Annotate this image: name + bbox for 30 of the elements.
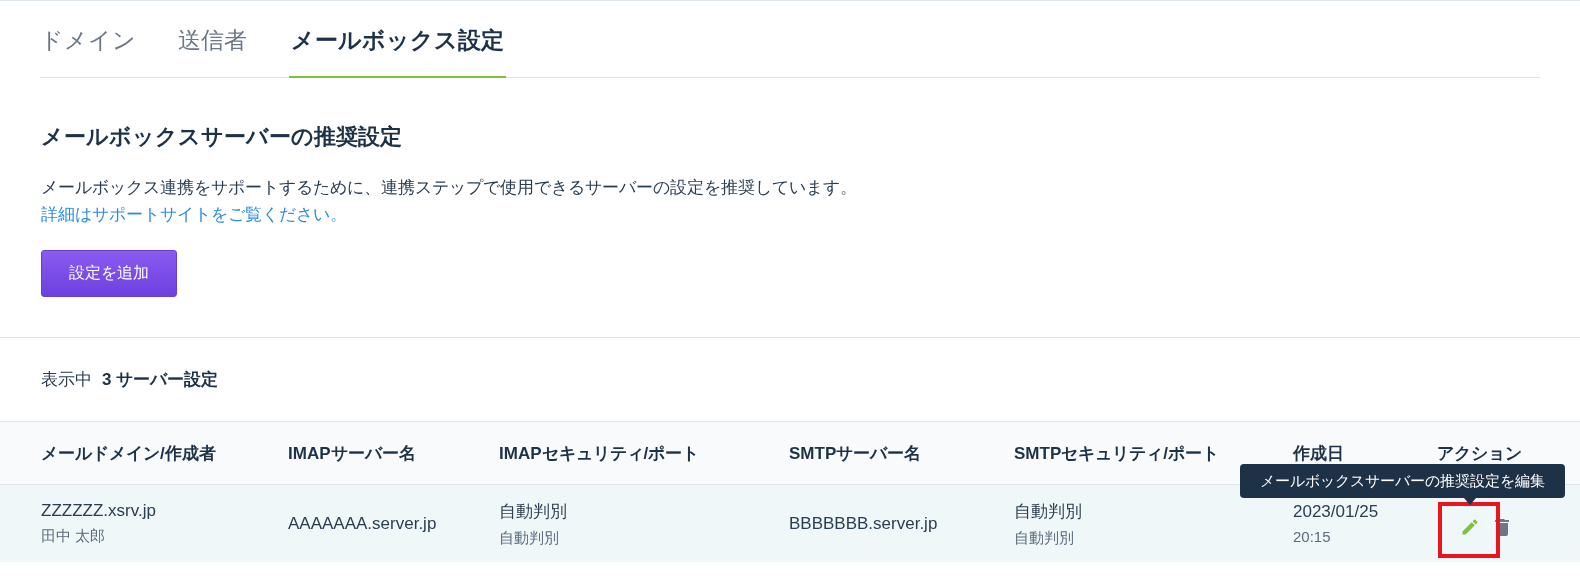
trash-icon[interactable] xyxy=(1494,517,1510,536)
tooltip-arrow xyxy=(1464,498,1476,505)
table-cell: 自動判別 xyxy=(499,528,559,548)
column-header: SMTPサーバー名 xyxy=(789,442,922,465)
column-header: メールドメイン/作成者 xyxy=(41,442,216,465)
table-cell: ZZZZZZ.xsrv.jp xyxy=(41,501,156,521)
description: メールボックス連携をサポートするために、連携ステップで使用できるサーバーの設定を推奨しています。 xyxy=(41,177,858,199)
table-cell-text: 自動判別 xyxy=(1014,500,1082,523)
tooltip: メールボックスサーバーの推奨設定を編集 xyxy=(1240,464,1565,498)
tab[interactable]: ドメイン xyxy=(40,1,136,78)
table-cell: AAAAAAA.server.jp xyxy=(288,513,437,534)
section-title: メールボックスサーバーの推奨設定 xyxy=(41,123,403,151)
table-cell: 20:15 xyxy=(1293,528,1331,545)
column-header: IMAPセキュリティ/ポート xyxy=(499,442,700,465)
add-setting-button[interactable]: 設定を追加 xyxy=(41,250,177,297)
table-cell: BBBBBBB.server.jp xyxy=(789,513,938,534)
tab[interactable]: メールボックス設定 xyxy=(289,1,506,78)
highlight-frame xyxy=(1438,502,1500,558)
tab[interactable]: 送信者 xyxy=(178,1,247,78)
column-header: IMAPサーバー名 xyxy=(288,442,416,465)
count-label: 表示中 xyxy=(41,369,92,391)
table-cell: 田中 太郎 xyxy=(41,527,106,546)
support-link[interactable]: 詳細はサポートサイトをご覧ください。 xyxy=(41,201,347,228)
column-header: 作成日 xyxy=(1293,442,1344,465)
column-header: SMTPセキュリティ/ポート xyxy=(1014,442,1219,465)
table-cell: 2023/01/25 xyxy=(1293,502,1379,522)
table-cell-text: 自動判別 xyxy=(499,500,567,523)
count-value: 3 サーバー設定 xyxy=(102,369,219,391)
column-header: アクション xyxy=(1437,442,1522,465)
table-cell: 自動判別 xyxy=(1014,528,1074,548)
